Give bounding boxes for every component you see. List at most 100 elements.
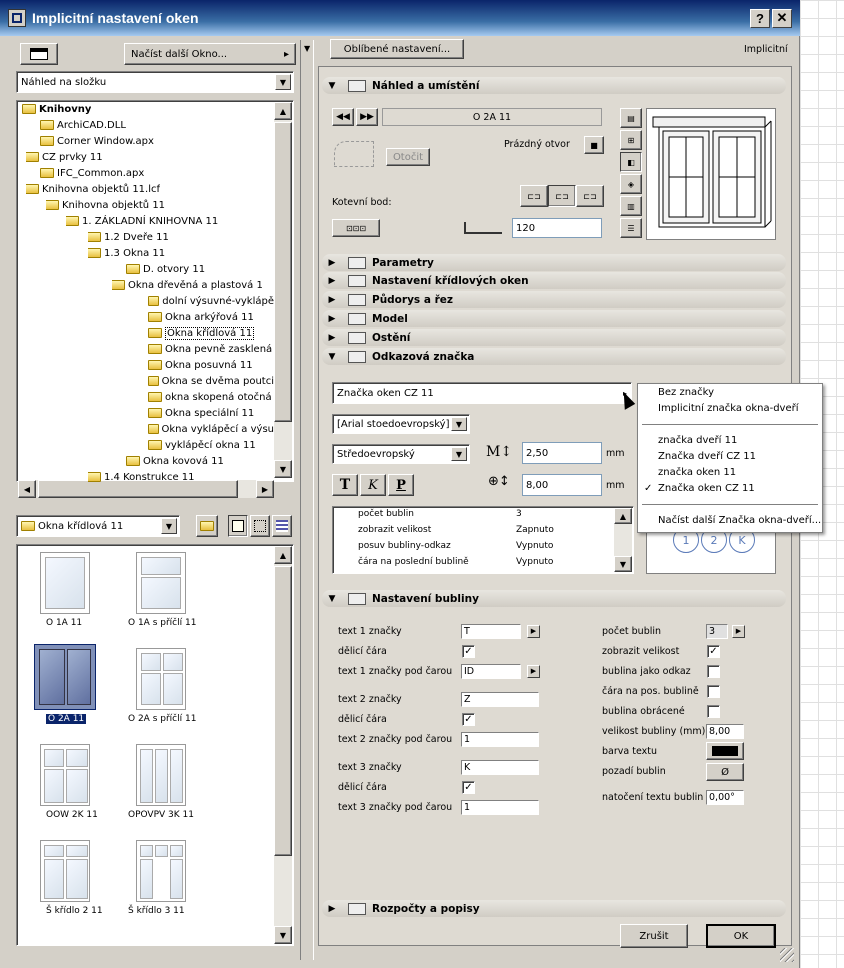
panel-splitter[interactable] <box>300 40 314 960</box>
view-axo-button[interactable]: ◧ <box>620 152 642 172</box>
section-header[interactable]: ▶ Půdorys a řez <box>322 291 786 308</box>
thumbnail-label[interactable]: O 2A 11 <box>46 714 87 724</box>
tree-item[interactable]: ArchiCAD.DLL <box>40 117 126 133</box>
divider-line-checkbox[interactable]: ✓ <box>462 781 475 794</box>
param-value[interactable]: Vypnuto <box>516 541 553 551</box>
thumbnail-label[interactable]: OOW 2K 11 <box>46 810 98 820</box>
bold-button[interactable]: T <box>332 474 358 496</box>
section-header[interactable]: ▶ Nastavení křídlových oken <box>322 272 786 289</box>
tree-vscroll[interactable]: ▲ ▼ <box>274 102 292 478</box>
view-3d-button[interactable]: ◈ <box>620 174 642 194</box>
cancel-button[interactable]: Zrušit <box>620 924 688 948</box>
bubble-background-button[interactable]: Ø <box>706 763 744 781</box>
tree-item[interactable]: -1. ZÁKLADNÍ KNIHOVNA 11 <box>66 213 218 229</box>
menu-item-load-more[interactable]: Načíst další Značka okna-dveří... <box>658 515 821 526</box>
text-height-input[interactable]: 2,50 <box>522 442 602 464</box>
tree-item[interactable]: Okna se dvěma poutci <box>148 373 274 389</box>
window-thumbnail[interactable] <box>40 744 90 806</box>
section-header[interactable]: ▶ Parametry <box>322 254 786 271</box>
bubble-option-checkbox[interactable] <box>707 685 720 698</box>
ok-button[interactable]: OK <box>706 924 776 948</box>
folder-select[interactable]: Okna křídlová 11 ▼ <box>16 515 180 537</box>
window-thumbnail[interactable] <box>34 644 96 710</box>
scroll-thumb[interactable] <box>274 566 292 856</box>
bubble-numeric-input[interactable]: 0,00° <box>706 790 744 805</box>
tree-item[interactable]: vyklápěcí okna 11 <box>148 437 256 453</box>
tree-item[interactable]: Okna arkýřová 11 <box>148 309 254 325</box>
tree-item[interactable]: Okna pevně zasklená <box>148 341 272 357</box>
thumbnail-label[interactable]: O 1A 11 <box>46 618 82 628</box>
bubble-option-checkbox[interactable] <box>707 665 720 678</box>
thumbnail-label[interactable]: O 2A s příčlí 11 <box>128 714 196 724</box>
tree-item[interactable]: +1.2 Dveře 11 <box>88 229 169 245</box>
italic-button[interactable]: K <box>360 474 386 496</box>
view-plan-button[interactable]: ▤ <box>620 108 642 128</box>
menu-item-marker[interactable]: značka oken 11 <box>658 467 736 478</box>
bubble-size-input[interactable]: 8,00 <box>522 474 602 496</box>
scroll-right-button[interactable]: ▶ <box>256 480 274 498</box>
section-bubble-settings[interactable]: ▼ Nastavení bubliny <box>322 590 786 607</box>
chevron-down-icon[interactable]: ▼ <box>451 447 467 461</box>
tree-item[interactable]: Okna posuvná 11 <box>148 357 253 373</box>
menu-item-marker[interactable]: Značka dveří CZ 11 <box>658 451 756 462</box>
thumbnail-label[interactable]: OPOVPV 3K 11 <box>128 810 194 820</box>
anchor-center-button[interactable]: ⊏⊐ <box>548 185 576 207</box>
chevron-right-icon[interactable]: ▶ <box>527 625 540 638</box>
window-thumbnail[interactable] <box>136 744 186 806</box>
param-scroll[interactable]: ▲ ▼ <box>614 508 632 572</box>
menu-item-default-marker[interactable]: Implicitní značka okna-dveří <box>658 403 799 414</box>
font-select[interactable]: [Arial stoedoevropský] ▼ <box>332 414 470 434</box>
bubble-text-input[interactable]: T <box>461 624 521 639</box>
tree-item[interactable]: Okna speciální 11 <box>148 405 254 421</box>
tree-item[interactable]: IFC_Common.apx <box>40 165 144 181</box>
tree-item[interactable]: +CZ prvky 11 <box>26 149 103 165</box>
tree-item[interactable]: okna skopená otočná <box>148 389 272 405</box>
scroll-thumb[interactable] <box>274 122 292 422</box>
tree-item[interactable]: +1.4 Konstrukce 11 <box>88 469 195 485</box>
thumbnail-label[interactable]: Š křídlo 3 11 <box>128 906 185 916</box>
bubble-option-checkbox[interactable]: ✓ <box>707 645 720 658</box>
chevron-right-icon[interactable]: ▶ <box>732 625 745 638</box>
scroll-left-button[interactable]: ◀ <box>18 480 36 498</box>
menu-item-marker[interactable]: značka dveří 11 <box>658 435 737 446</box>
window-thumbnail[interactable] <box>40 840 90 902</box>
tree-item[interactable]: D. otvory 11 <box>126 261 205 277</box>
anchor-left-button[interactable]: ⊏⊐ <box>520 185 548 207</box>
text-color-button[interactable] <box>706 742 744 760</box>
help-button[interactable]: ? <box>750 8 770 28</box>
list-icons-button[interactable] <box>272 515 292 537</box>
folder-up-button[interactable] <box>196 515 218 537</box>
scroll-down-button[interactable]: ▼ <box>274 926 292 944</box>
scroll-up-button[interactable]: ▲ <box>274 102 292 120</box>
chevron-down-icon[interactable]: ▼ <box>451 417 467 431</box>
tree-item[interactable]: Okna vyklápěcí a výsu <box>148 421 274 437</box>
window-thumbnail[interactable] <box>40 552 90 614</box>
scroll-down-button[interactable]: ▼ <box>614 556 632 572</box>
thumbnail-label[interactable]: O 1A s příčlí 11 <box>128 618 196 628</box>
scroll-down-button[interactable]: ▼ <box>274 460 292 478</box>
anchor-right-button[interactable]: ⊏⊐ <box>576 185 604 207</box>
bubble-numeric-input[interactable]: 8,00 <box>706 724 744 739</box>
window-thumbnail[interactable] <box>136 840 186 902</box>
tree-item[interactable]: Knihovny <box>22 101 91 117</box>
tree-item[interactable]: -Okna dřevěná a plastová 1 <box>112 277 263 293</box>
chevron-down-icon[interactable]: ▼ <box>161 518 177 534</box>
view-section-button[interactable]: ▥ <box>620 196 642 216</box>
divider-line-checkbox[interactable]: ✓ <box>462 713 475 726</box>
thumbnail-label[interactable]: Š křídlo 2 11 <box>46 906 103 916</box>
view-list-button[interactable]: ☰ <box>620 218 642 238</box>
anchor-offset-input[interactable]: 120 <box>512 218 602 238</box>
collapse-arrow-icon[interactable]: ▼ <box>304 44 310 53</box>
tree-item[interactable]: dolní výsuvné-vyklápě <box>148 293 274 309</box>
menu-item-no-marker[interactable]: Bez značky <box>658 387 714 398</box>
resize-grip-icon[interactable] <box>780 948 794 962</box>
bubble-text-input[interactable]: 1 <box>461 732 539 747</box>
close-button[interactable]: ✕ <box>772 8 792 28</box>
view-mode-button[interactable] <box>20 43 58 65</box>
tree-item[interactable]: Okna kovová 11 <box>126 453 224 469</box>
menu-item-marker[interactable]: Značka oken CZ 11 <box>658 483 755 494</box>
marker-select[interactable]: Značka oken CZ 11 ▸ <box>332 382 632 404</box>
param-name[interactable]: posuv bubliny-odkaz <box>358 541 451 551</box>
bubble-text-input[interactable]: 1 <box>461 800 539 815</box>
param-value[interactable]: Vypnuto <box>516 557 553 567</box>
